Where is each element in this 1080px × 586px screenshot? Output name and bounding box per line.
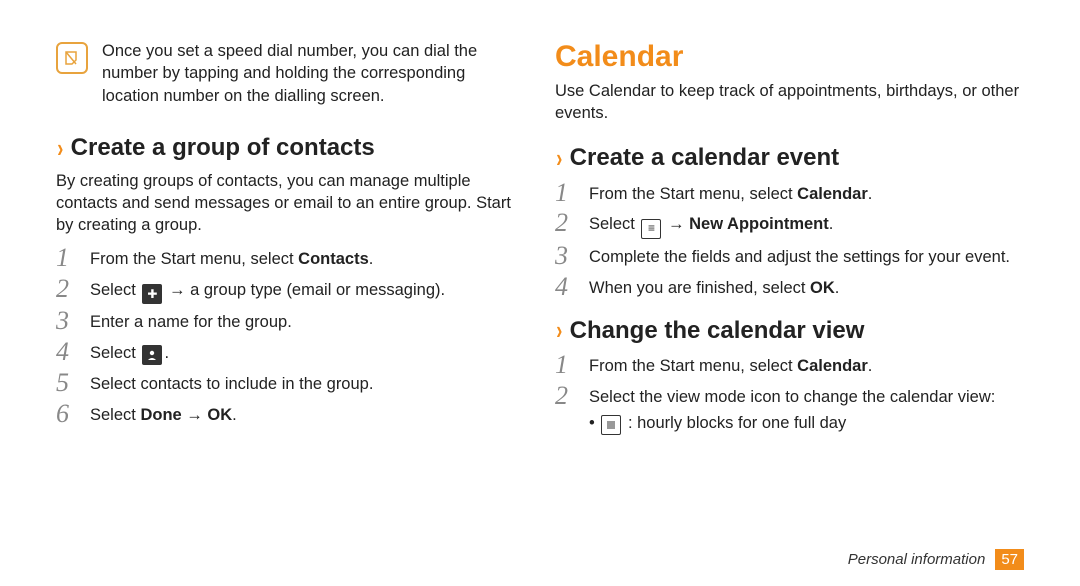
page-number: 57	[995, 549, 1024, 570]
step-5: 5 Select contacts to include in the grou…	[56, 370, 525, 397]
day-view-icon	[601, 415, 621, 435]
menu-icon: ≡	[641, 219, 661, 239]
step-6: 6 Select Done → OK.	[56, 401, 525, 428]
footer-section: Personal information	[848, 551, 986, 568]
person-icon	[142, 345, 162, 365]
right-column: Calendar Use Calendar to keep track of a…	[555, 40, 1024, 435]
step-1: 1 From the Start menu, select Calendar.	[555, 180, 1024, 207]
group-intro: By creating groups of contacts, you can …	[56, 170, 525, 237]
note-text: Once you set a speed dial number, you ca…	[102, 40, 525, 107]
note-box: Once you set a speed dial number, you ca…	[56, 40, 525, 107]
footer: Personal information 57	[848, 549, 1024, 570]
event-steps: 1 From the Start menu, select Calendar. …	[555, 180, 1024, 301]
left-column: Once you set a speed dial number, you ca…	[56, 40, 525, 435]
group-steps: 1 From the Start menu, select Contacts. …	[56, 245, 525, 428]
title-calendar: Calendar	[555, 40, 1024, 74]
step-2: 2 Select ✚ → a group type (email or mess…	[56, 276, 525, 305]
step-1: 1 From the Start menu, select Calendar.	[555, 352, 1024, 379]
step-3: 3 Enter a name for the group.	[56, 308, 525, 335]
bullet-day-view: • : hourly blocks for one full day	[589, 414, 1024, 435]
step-3: 3 Complete the fields and adjust the set…	[555, 243, 1024, 270]
note-icon	[56, 42, 88, 74]
step-1: 1 From the Start menu, select Contacts.	[56, 245, 525, 272]
heading-create-event: › Create a calendar event	[555, 143, 1024, 174]
view-steps: 1 From the Start menu, select Calendar. …	[555, 352, 1024, 410]
chevron-icon: ›	[556, 143, 562, 174]
heading-change-view: › Change the calendar view	[555, 315, 1024, 346]
plus-icon: ✚	[142, 284, 162, 304]
step-2: 2 Select ≡ → New Appointment.	[555, 210, 1024, 239]
step-4: 4 Select .	[56, 339, 525, 366]
step-4: 4 When you are finished, select OK.	[555, 274, 1024, 301]
chevron-icon: ›	[556, 315, 562, 346]
calendar-intro: Use Calendar to keep track of appointmen…	[555, 80, 1024, 125]
step-2: 2 Select the view mode icon to change th…	[555, 383, 1024, 410]
heading-create-group: › Create a group of contacts	[56, 133, 525, 164]
chevron-icon: ›	[57, 133, 63, 164]
